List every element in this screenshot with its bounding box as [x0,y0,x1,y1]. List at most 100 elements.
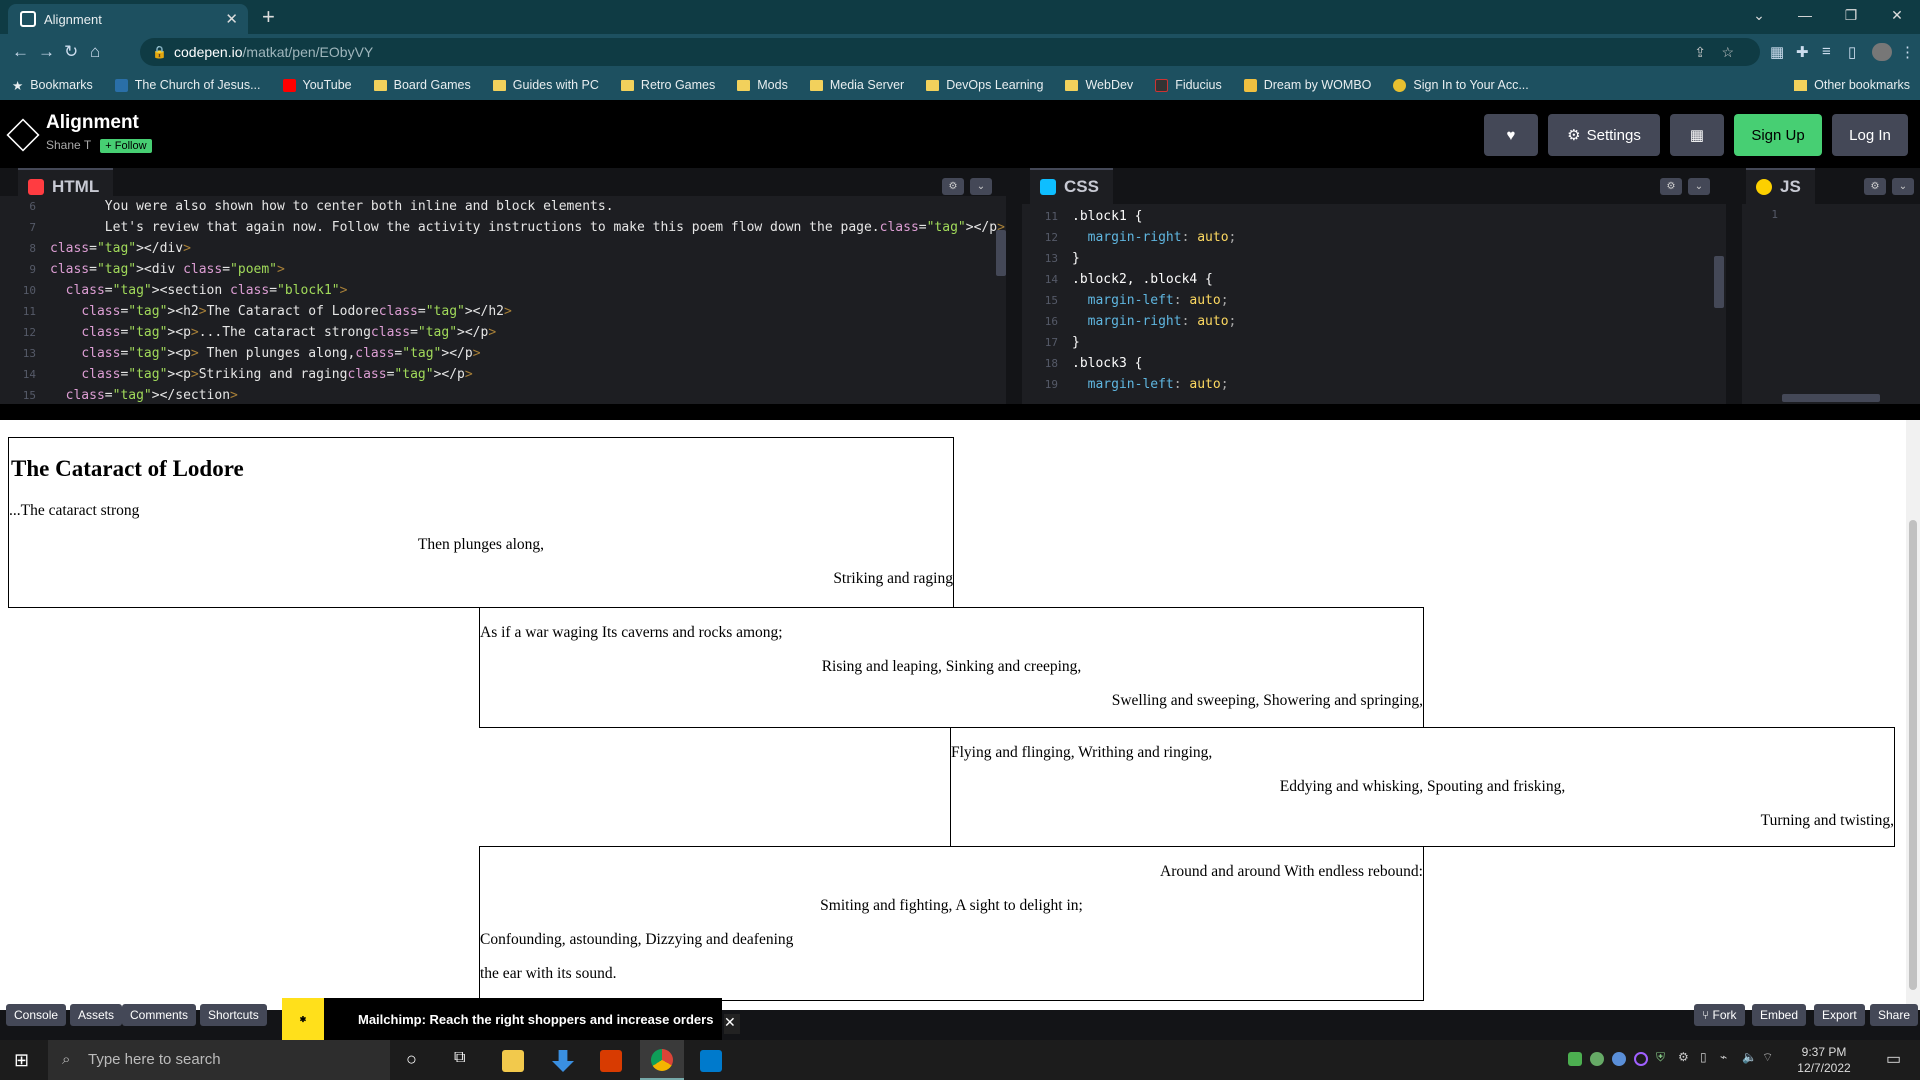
html-code-editor[interactable]: 6 You were also shown how to center both… [0,196,1006,404]
bookmark-item[interactable]: Sign In to Your Acc... [1393,78,1529,92]
bookmark-folder[interactable]: Guides with PC [492,78,599,92]
url-field[interactable]: 🔒 codepen.io/matkat/pen/EObyVY ⇪ ☆ [140,38,1760,66]
forward-icon[interactable]: → [38,42,55,62]
steam-tray-icon[interactable] [1612,1052,1626,1066]
tab-js[interactable]: JS [1746,168,1815,204]
home-icon[interactable]: ⌂ [90,42,100,62]
preview-resize-gutter[interactable] [0,404,1920,420]
puzzle-icon[interactable]: ✚ [1796,43,1809,61]
bookmark-item[interactable]: Fiducius [1155,78,1222,92]
poem-block-1: The Cataract of Lodore ...The cataract s… [8,437,954,608]
follow-button[interactable]: + Follow [100,139,152,153]
settings-button[interactable]: ⚙ Settings [1548,114,1660,156]
pen-title[interactable]: Alignment [46,112,139,134]
task-view-icon[interactable]: ⧉ [454,1049,465,1067]
layout-button[interactable]: ▦ [1670,114,1724,156]
bookmark-folder[interactable]: WebDev [1065,78,1133,92]
js-settings-icon[interactable]: ⚙ [1864,178,1886,195]
extension-icon[interactable]: ▦ [1770,43,1784,61]
css-code-editor[interactable]: 11 .block1 {12 margin-right: auto; 13} 14 .b… [1022,206,1726,404]
pane-resizer[interactable] [1006,168,1020,404]
bookmark-item[interactable]: Dream by WOMBO [1243,78,1371,92]
code-text: class="tag"><p>Striking and ragingclass=… [81,367,473,382]
office-icon[interactable] [600,1050,622,1072]
wifi-icon[interactable]: ⌔ [1762,1050,1773,1065]
js-code-editor[interactable]: 1 [1742,204,1920,404]
new-tab-icon[interactable]: + [262,4,275,30]
bookmark-folder[interactable]: Board Games [373,78,471,92]
bookmark-item[interactable]: The Church of Jesus... [114,78,261,92]
preview-scrollbar[interactable] [1906,420,1920,1010]
log-in-button[interactable]: Log In [1832,114,1908,156]
html-scrollbar[interactable] [996,230,1006,276]
fork-button[interactable]: ⑂ Fork [1694,1004,1745,1026]
export-button[interactable]: Export [1814,1004,1865,1026]
comments-button[interactable]: Comments [122,1004,197,1026]
embed-button[interactable]: Embed [1752,1004,1807,1026]
notification-icon[interactable]: ▭ [1886,1049,1901,1069]
vscode-icon[interactable] [700,1050,722,1072]
side-panel-icon[interactable]: ▯ [1848,43,1856,61]
console-button[interactable]: Console [6,1004,67,1026]
clock[interactable]: 9:37 PM 12/7/2022 [1782,1044,1866,1076]
line-number: 1 [1771,208,1778,221]
code-line: 6 You were also shown how to center both… [0,196,1006,217]
pane-resizer[interactable] [1726,168,1740,404]
youtube-icon [282,78,296,92]
restore-icon[interactable]: ❐ [1828,0,1874,32]
bookmark-star-icon[interactable]: ☆ [1721,38,1734,66]
mailchimp-ad[interactable]: ✱ Mailchimp: Reach the right shoppers an… [282,998,722,1040]
preview-scroll-thumb[interactable] [1909,520,1917,990]
profile-avatar[interactable] [1872,43,1892,61]
app-tray-icon[interactable] [1634,1052,1648,1066]
codepen-logo-icon[interactable] [6,118,40,152]
cortana-icon[interactable]: ○ [406,1049,417,1070]
back-icon[interactable]: ← [12,42,29,62]
network-icon[interactable]: ⌁ [1720,1050,1727,1064]
bookmark-folder[interactable]: Retro Games [620,78,715,92]
battery-icon[interactable]: ▯ [1700,1050,1707,1064]
volume-icon[interactable]: 🔈 [1742,1050,1757,1064]
minimize-icon[interactable]: — [1782,0,1828,32]
chrome-taskbar-button[interactable] [640,1040,684,1080]
windows-start-icon[interactable]: ⊞ [14,1050,29,1071]
html-collapse-icon[interactable]: ⌄ [970,178,992,195]
tab-search-icon[interactable]: ⌄ [1736,0,1782,32]
reading-list-icon[interactable]: ≡ [1822,43,1831,60]
line-number: 12 [1044,231,1058,244]
share-icon[interactable]: ⇪ [1694,38,1706,66]
css-scrollbar[interactable] [1714,256,1724,308]
drive-tray-icon[interactable] [1568,1052,1582,1066]
shortcuts-button[interactable]: Shortcuts [200,1004,267,1026]
close-ad-icon[interactable]: ✕ [724,1014,740,1034]
bookmark-item[interactable]: YouTube [282,78,352,92]
close-window-icon[interactable]: ✕ [1874,0,1920,32]
browser-tab[interactable]: Alignment ✕ [8,4,248,34]
bookmark-item[interactable]: ★ Bookmarks [12,78,93,93]
bookmark-folder[interactable]: Media Server [809,78,904,92]
other-bookmarks[interactable]: Other bookmarks [1794,78,1910,92]
download-icon[interactable] [552,1050,574,1072]
nvidia-tray-icon[interactable] [1590,1052,1604,1066]
code-line: 11 class="tag"><h2>The Cataract of Lodor… [0,301,1006,322]
css-settings-icon[interactable]: ⚙ [1660,178,1682,195]
sign-up-button[interactable]: Sign Up [1734,114,1822,156]
like-heart-button[interactable]: ♥ [1484,114,1538,156]
share-button[interactable]: Share [1870,1004,1919,1026]
close-tab-icon[interactable]: ✕ [225,10,238,28]
js-scrollbar[interactable] [1782,394,1880,402]
security-tray-icon[interactable]: ⛨ [1656,1050,1665,1065]
html-settings-icon[interactable]: ⚙ [942,178,964,195]
taskbar-search-input[interactable]: ⌕ Type here to search [48,1040,390,1080]
bookmark-folder[interactable]: Mods [737,78,788,92]
assets-button[interactable]: Assets [70,1004,123,1026]
bookmark-folder[interactable]: DevOps Learning [926,78,1043,92]
settings-tray-icon[interactable]: ⚙ [1678,1050,1689,1064]
menu-icon[interactable]: ⋮ [1900,43,1915,61]
css-collapse-icon[interactable]: ⌄ [1688,178,1710,195]
author-name[interactable]: Shane T [46,138,91,152]
tab-css[interactable]: CSS [1030,168,1113,204]
file-explorer-icon[interactable] [502,1050,524,1072]
reload-icon[interactable]: ↻ [64,42,78,62]
js-collapse-icon[interactable]: ⌄ [1892,178,1914,195]
